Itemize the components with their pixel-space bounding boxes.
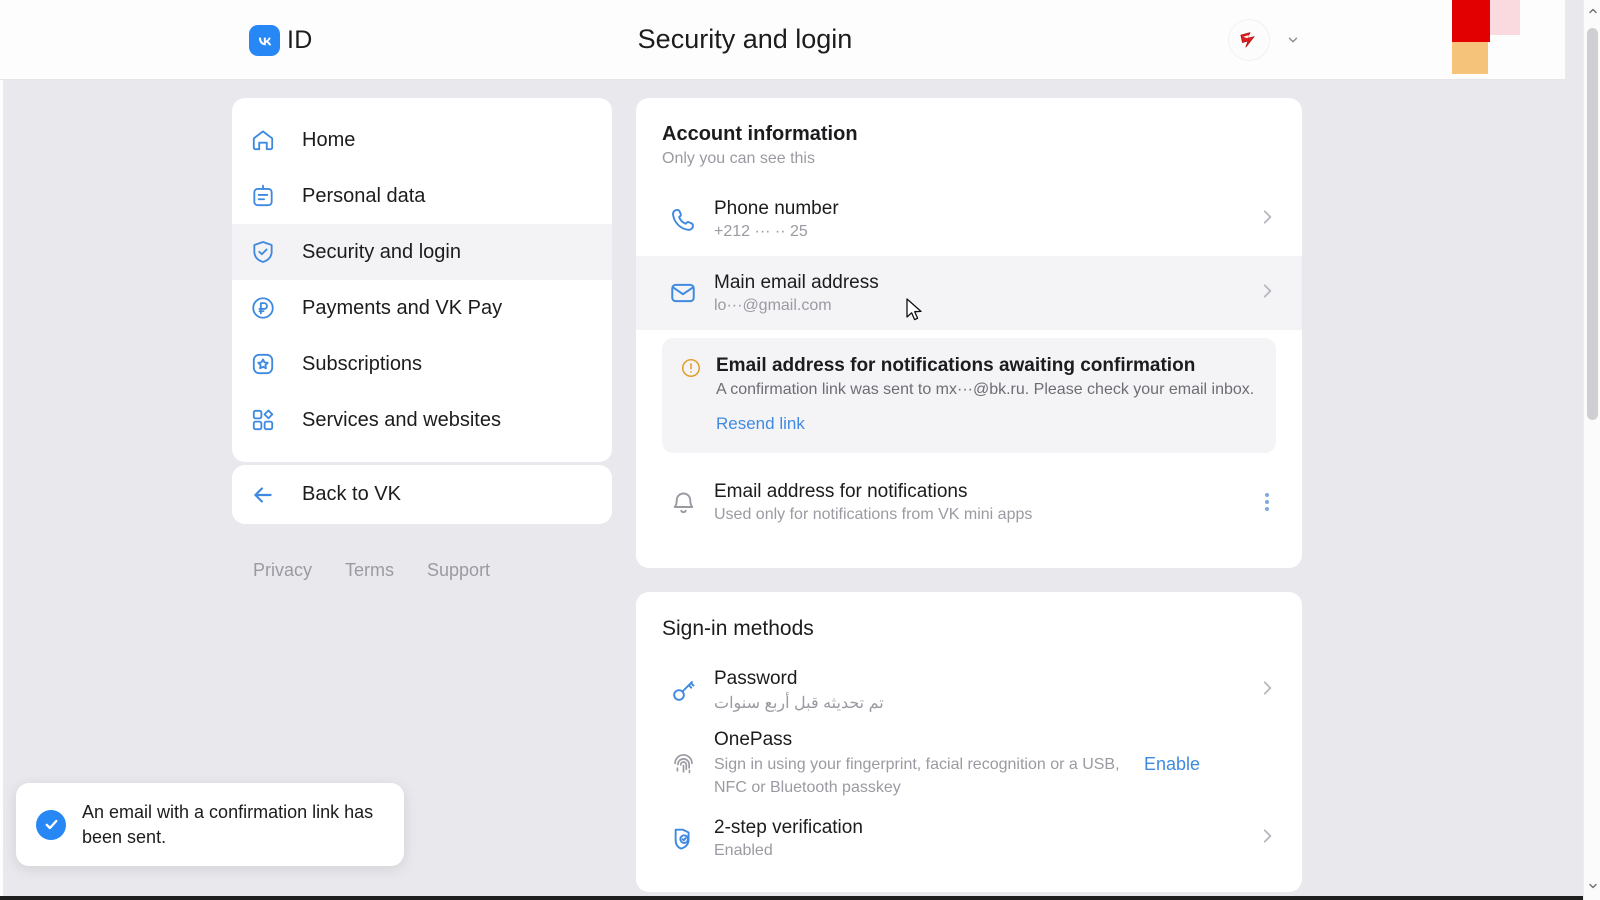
window-bottom-edge: [0, 896, 1583, 900]
banner-content: Email address for notifications awaiting…: [716, 355, 1256, 434]
fingerprint-icon: [662, 751, 704, 778]
row-email-for-notifications[interactable]: Email address for notifications Used onl…: [636, 465, 1302, 539]
row-main-email-address[interactable]: Main email address lo···@gmail.com: [636, 256, 1302, 330]
row-2-step-verification[interactable]: 2-step verification Enabled: [636, 801, 1302, 875]
sidebar-item-label: Personal data: [302, 184, 426, 207]
footer-links: Privacy Terms Support: [253, 560, 613, 581]
toast-notification: An email with a confirmation link has be…: [16, 783, 404, 866]
window-left-edge: [0, 0, 3, 900]
account-card-subtitle: Only you can see this: [662, 150, 815, 167]
star-badge-icon: [244, 345, 282, 383]
personal-data-icon: [244, 177, 282, 215]
warning-circle-icon: [680, 355, 702, 434]
row-subtitle: Enabled: [714, 841, 773, 859]
shield-check-small-icon: [662, 825, 704, 852]
account-information-card: Account information Only you can see thi…: [636, 98, 1302, 568]
row-subtitle: Used only for notifications from VK mini…: [714, 505, 1033, 523]
scroll-up-arrow[interactable]: [1584, 2, 1600, 19]
resend-link-button[interactable]: Resend link: [716, 414, 1256, 434]
chevron-right-icon: [1258, 825, 1276, 851]
row-content: Main email address lo···@gmail.com: [704, 272, 1258, 315]
vertical-scrollbar[interactable]: [1583, 0, 1600, 900]
app-header: ID Security and login: [0, 0, 1565, 80]
back-to-vk-label: Back to VK: [302, 483, 401, 505]
check-circle-icon: [36, 809, 66, 840]
kebab-menu-icon[interactable]: [1258, 490, 1276, 514]
row-title: Main email address: [714, 271, 879, 293]
row-title: Email address for notifications: [714, 480, 968, 502]
chevron-right-icon: [1258, 280, 1276, 306]
row-content: Phone number +212 ··· ·· 25: [704, 198, 1258, 241]
sign-in-methods-card: Sign-in methods Password تم تحديثه قبل أ…: [636, 592, 1302, 892]
sidebar-item-personal-data[interactable]: Personal data: [232, 168, 612, 224]
row-phone-number[interactable]: Phone number +212 ··· ·· 25: [636, 182, 1302, 256]
toast-message: An email with a confirmation link has be…: [82, 801, 374, 847]
banner-text: A confirmation link was sent to mx···@bk…: [716, 381, 1255, 398]
chevron-down-icon[interactable]: [1286, 33, 1300, 47]
chevron-right-icon: [1258, 677, 1276, 703]
row-subtitle: +212 ··· ·· 25: [714, 222, 808, 240]
home-icon: [244, 121, 282, 159]
footer-link-support[interactable]: Support: [427, 560, 490, 581]
row-title: Phone number: [714, 197, 839, 219]
email-confirmation-banner: Email address for notifications awaiting…: [662, 338, 1276, 453]
sidebar-item-label: Services and websites: [302, 408, 501, 431]
row-content: Email address for notifications Used onl…: [704, 481, 1258, 524]
row-onepass[interactable]: OnePass Sign in using your fingerprint, …: [636, 727, 1302, 801]
row-subtitle: تم تحديثه قبل أربع سنوات: [714, 694, 884, 712]
banner-title: Email address for notifications awaiting…: [716, 355, 1196, 376]
scroll-down-arrow[interactable]: [1584, 877, 1600, 894]
grid-apps-icon: [244, 401, 282, 439]
enable-onepass-button[interactable]: Enable: [1144, 754, 1200, 775]
row-subtitle: Sign in using your fingerprint, facial r…: [714, 756, 1120, 796]
row-password[interactable]: Password تم تحديثه قبل أربع سنوات: [636, 653, 1302, 727]
signin-card-title: Sign-in methods: [662, 617, 814, 640]
sidebar-item-payments-and-vk-pay[interactable]: Payments and VK Pay: [232, 280, 612, 336]
color-swatch-orange: [1452, 42, 1488, 74]
ruble-circle-icon: [244, 289, 282, 327]
avatar[interactable]: [1228, 19, 1270, 61]
mouse-cursor: [905, 298, 925, 324]
mail-icon: [662, 279, 704, 307]
sidebar-item-label: Subscriptions: [302, 352, 423, 375]
color-swatch-red: [1452, 0, 1490, 42]
chevron-right-icon: [1258, 206, 1276, 232]
sidebar-item-label: Security and login: [302, 240, 461, 263]
scrollbar-thumb[interactable]: [1587, 28, 1598, 420]
row-title: 2-step verification: [714, 816, 863, 838]
shield-check-icon: [244, 233, 282, 271]
row-title: OnePass: [714, 729, 793, 751]
sidebar-item-label: Payments and VK Pay: [302, 296, 503, 319]
key-icon: [662, 677, 704, 704]
sidebar-item-label: Home: [302, 128, 356, 151]
row-content: Password تم تحديثه قبل أربع سنوات: [704, 668, 1258, 713]
row-content: OnePass Sign in using your fingerprint, …: [704, 729, 1144, 799]
row-title: Password: [714, 667, 798, 689]
bell-icon: [662, 489, 704, 516]
sidebar-nav: Home Personal data Security and login Pa…: [232, 98, 612, 462]
sidebar-item-services-and-websites[interactable]: Services and websites: [232, 392, 612, 448]
footer-link-terms[interactable]: Terms: [345, 560, 394, 581]
sidebar-item-security-and-login[interactable]: Security and login: [232, 224, 612, 280]
account-card-title: Account information: [662, 123, 858, 145]
arrow-left-icon: [244, 476, 282, 514]
account-menu[interactable]: [1228, 19, 1300, 61]
sidebar-item-home[interactable]: Home: [232, 112, 612, 168]
row-subtitle: lo···@gmail.com: [714, 296, 832, 314]
sidebar-item-subscriptions[interactable]: Subscriptions: [232, 336, 612, 392]
app-root: ID Security and login Home Personal data…: [0, 0, 1600, 900]
back-to-vk-button[interactable]: Back to VK: [232, 465, 612, 524]
color-swatch-pink: [1490, 0, 1520, 35]
row-content: 2-step verification Enabled: [704, 817, 1258, 860]
phone-icon: [662, 206, 704, 233]
footer-link-privacy[interactable]: Privacy: [253, 560, 312, 581]
